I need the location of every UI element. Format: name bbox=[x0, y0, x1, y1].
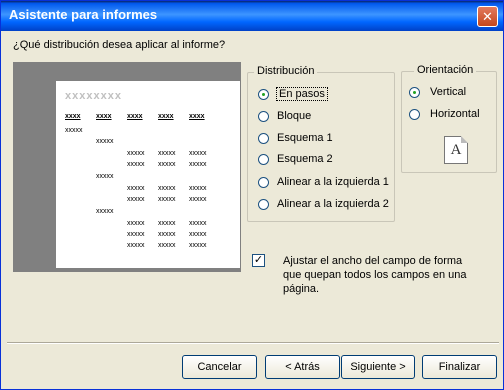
preview-cell: xxxxx bbox=[158, 220, 176, 227]
separator bbox=[7, 342, 499, 344]
preview-cell: xxxxx bbox=[127, 231, 145, 238]
preview-header: xxxx bbox=[189, 113, 205, 120]
radio-horizontal[interactable]: Horizontal bbox=[409, 106, 480, 122]
preview-header: xxxx bbox=[96, 113, 112, 120]
preview-cell: xxxxx bbox=[189, 196, 207, 203]
preview-cell: xxxxx bbox=[127, 196, 145, 203]
preview-level1: xxxxx bbox=[65, 127, 83, 134]
radio-button[interactable] bbox=[258, 132, 269, 144]
preview-header: xxxx bbox=[127, 113, 143, 120]
radio-en-pasos[interactable]: En pasos bbox=[258, 86, 328, 102]
preview-level2: xxxxx bbox=[96, 208, 114, 215]
radio-button[interactable] bbox=[258, 110, 269, 122]
radio-label: Alinear a la izquierda 1 bbox=[277, 176, 389, 188]
preview-cell: xxxxx bbox=[127, 185, 145, 192]
next-button[interactable]: Siguiente > bbox=[341, 355, 415, 379]
radio-label: Esquema 2 bbox=[277, 153, 333, 165]
preview-cell: xxxxx bbox=[158, 185, 176, 192]
radio-button[interactable] bbox=[409, 108, 420, 120]
radio-button-selected[interactable] bbox=[409, 86, 420, 98]
preview-title: xxxxxxxx bbox=[65, 90, 122, 102]
preview-cell: xxxxx bbox=[158, 242, 176, 249]
preview-page: xxxxxxxx xxxx xxxx xxxx xxxx xxxx xxxxx … bbox=[56, 81, 240, 268]
radio-alinear-izquierda-2[interactable]: Alinear a la izquierda 2 bbox=[258, 196, 389, 212]
layout-preview: xxxxxxxx xxxx xxxx xxxx xxxx xxxx xxxxx … bbox=[13, 62, 241, 272]
radio-button[interactable] bbox=[258, 153, 269, 165]
question-label: ¿Qué distribución desea aplicar al infor… bbox=[13, 39, 226, 51]
radio-vertical[interactable]: Vertical bbox=[409, 84, 466, 100]
orientation-group-label: Orientación bbox=[414, 64, 477, 76]
page-portrait-icon: A bbox=[444, 136, 468, 164]
check-icon: ✓ bbox=[253, 254, 264, 266]
preview-cell: xxxxx bbox=[189, 161, 207, 168]
back-button[interactable]: < Atrás bbox=[265, 355, 340, 379]
preview-cell: xxxxx bbox=[158, 231, 176, 238]
finish-button[interactable]: Finalizar bbox=[422, 355, 497, 379]
cancel-button[interactable]: Cancelar bbox=[182, 355, 257, 379]
preview-cell: xxxxx bbox=[189, 185, 207, 192]
preview-cell: xxxxx bbox=[127, 220, 145, 227]
radio-alinear-izquierda-1[interactable]: Alinear a la izquierda 1 bbox=[258, 174, 389, 190]
report-wizard-window: Asistente para informes ✕ ¿Qué distribuc… bbox=[0, 0, 504, 390]
adjust-width-label[interactable]: Ajustar el ancho del campo de forma que … bbox=[283, 254, 473, 296]
radio-label: Bloque bbox=[277, 110, 312, 122]
preview-cell: xxxxx bbox=[158, 150, 176, 157]
preview-cell: xxxxx bbox=[158, 161, 176, 168]
preview-level2: xxxxx bbox=[96, 173, 114, 180]
preview-cell: xxxxx bbox=[127, 161, 145, 168]
preview-cell: xxxxx bbox=[189, 231, 207, 238]
radio-label: Esquema 1 bbox=[277, 132, 333, 144]
preview-cell: xxxxx bbox=[127, 150, 145, 157]
distribution-group: Distribución En pasos Bloque Esquema 1 E… bbox=[247, 65, 395, 222]
close-button[interactable]: ✕ bbox=[477, 6, 498, 27]
radio-button[interactable] bbox=[258, 198, 269, 210]
radio-bloque[interactable]: Bloque bbox=[258, 108, 311, 124]
preview-cell: xxxxx bbox=[127, 242, 145, 249]
title-bar[interactable]: Asistente para informes ✕ bbox=[1, 1, 503, 31]
preview-header: xxxx bbox=[65, 113, 81, 120]
preview-cell: xxxxx bbox=[158, 196, 176, 203]
radio-label: Alinear a la izquierda 2 bbox=[277, 198, 389, 210]
window-title: Asistente para informes bbox=[9, 7, 158, 22]
radio-esquema-2[interactable]: Esquema 2 bbox=[258, 151, 333, 167]
preview-level2: xxxxx bbox=[96, 138, 114, 145]
preview-cell: xxxxx bbox=[189, 220, 207, 227]
preview-header: xxxx bbox=[158, 113, 174, 120]
radio-button[interactable] bbox=[258, 176, 269, 188]
radio-label: Vertical bbox=[430, 86, 467, 98]
orientation-group: Orientación Vertical Horizontal A bbox=[401, 64, 497, 173]
radio-label: En pasos bbox=[276, 87, 328, 101]
radio-esquema-1[interactable]: Esquema 1 bbox=[258, 130, 333, 146]
radio-button-selected[interactable] bbox=[258, 88, 269, 100]
preview-cell: xxxxx bbox=[189, 150, 207, 157]
distribution-group-label: Distribución bbox=[254, 65, 318, 77]
close-icon: ✕ bbox=[482, 9, 493, 24]
preview-cell: xxxxx bbox=[189, 242, 207, 249]
radio-label: Horizontal bbox=[430, 108, 480, 120]
adjust-width-checkbox[interactable]: ✓ bbox=[252, 254, 265, 267]
page-letter: A bbox=[450, 142, 462, 158]
